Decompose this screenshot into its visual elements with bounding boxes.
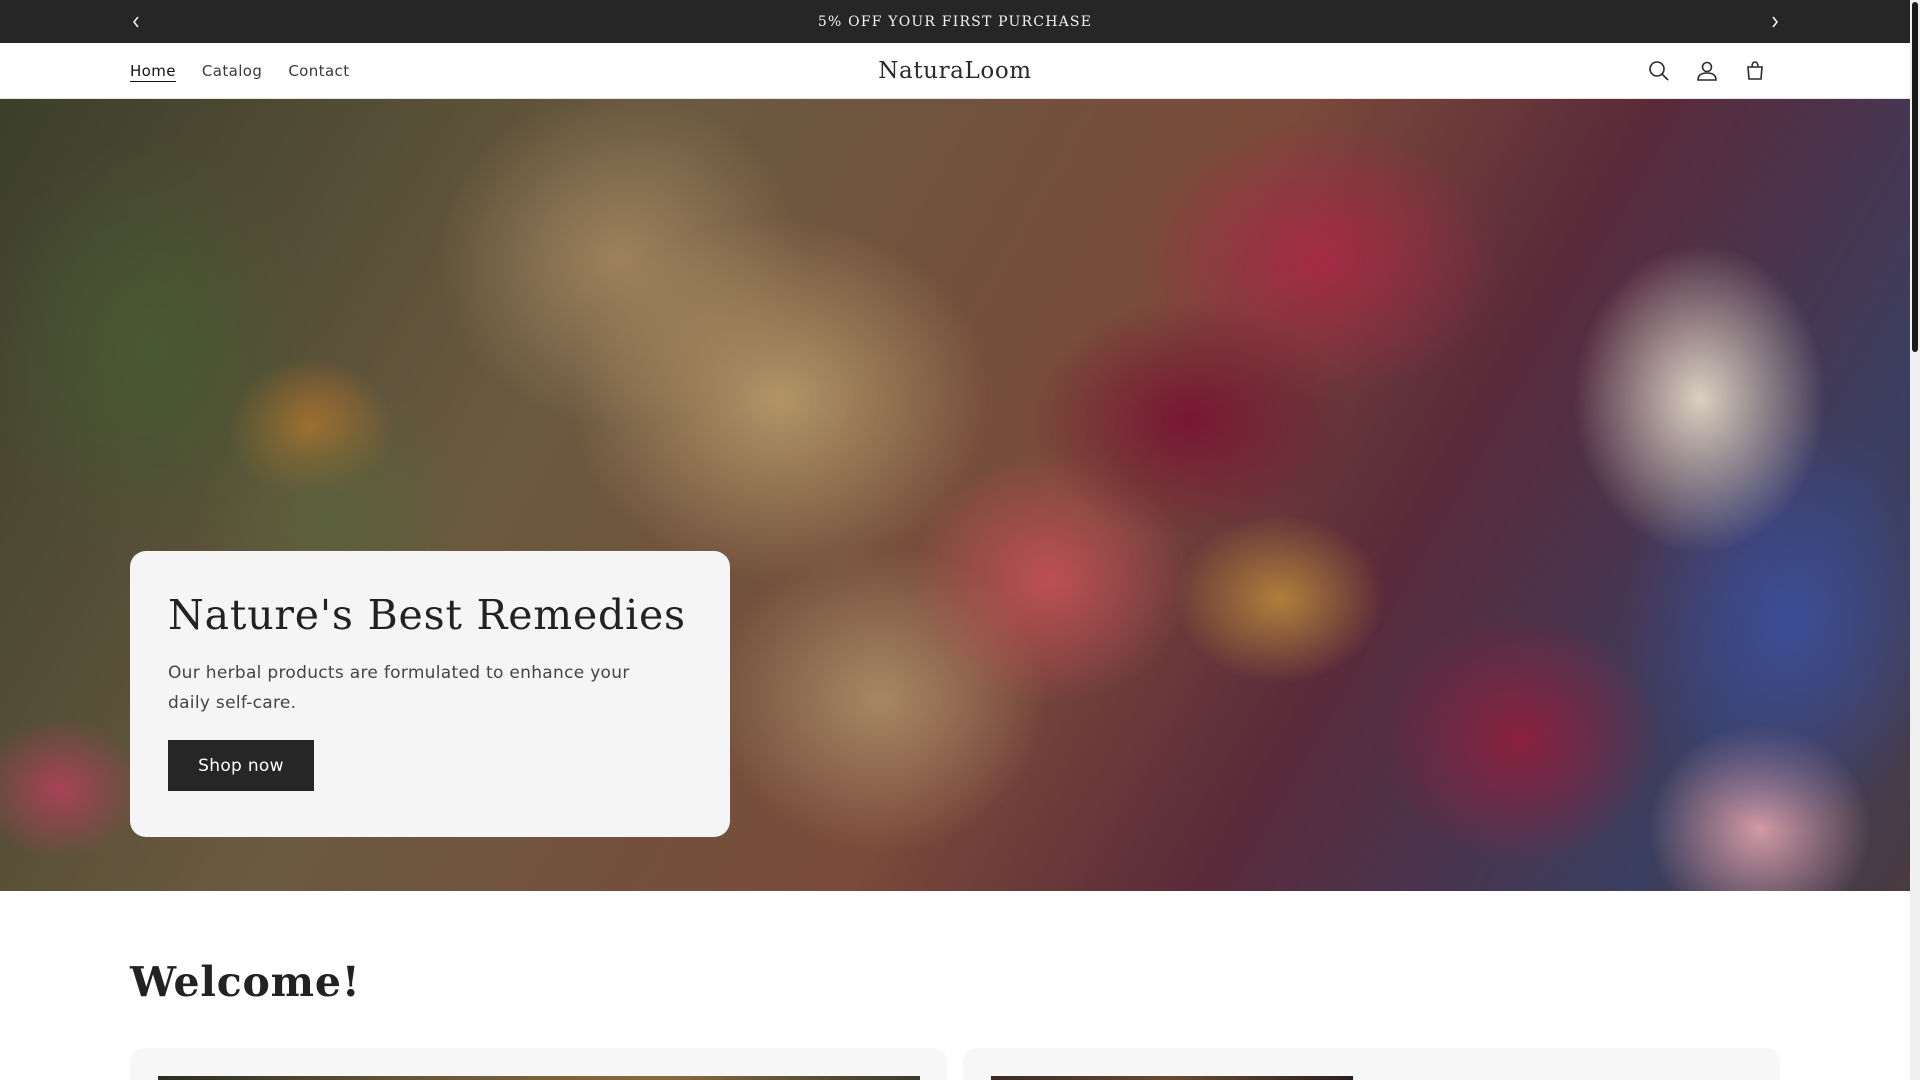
announcement-prev-button[interactable] (123, 9, 149, 35)
nav-catalog-link[interactable]: Catalog (202, 62, 262, 80)
search-icon (1649, 61, 1669, 81)
feature-card[interactable] (130, 1048, 947, 1080)
page-scrollbar[interactable] (1910, 0, 1920, 1080)
search-button[interactable] (1644, 56, 1674, 86)
site-header: Home Catalog Contact NaturaLoom (0, 43, 1910, 99)
announcement-bar: 5% OFF YOUR FIRST PURCHASE (0, 0, 1910, 43)
main-nav: Home Catalog Contact (130, 43, 375, 99)
brand-logo[interactable]: NaturaLoom (878, 58, 1031, 84)
card-image (991, 1076, 1353, 1080)
scrollbar-thumb[interactable] (1912, 2, 1918, 352)
chevron-right-icon (1772, 16, 1779, 28)
header-icons (1644, 43, 1770, 99)
welcome-heading: Welcome! (130, 958, 361, 1006)
announcement-message: 5% OFF YOUR FIRST PURCHASE (817, 13, 1093, 30)
cart-icon (1747, 61, 1763, 80)
hero-title: Nature's Best Remedies (168, 591, 686, 639)
feature-card[interactable] (963, 1048, 1780, 1080)
account-icon (1697, 61, 1717, 81)
announcement-next-button[interactable] (1762, 9, 1788, 35)
card-image (158, 1076, 920, 1080)
hero-subtitle: Our herbal products are formulated to en… (168, 663, 630, 714)
hero-banner: Nature's Best Remedies Our herbal produc… (0, 99, 1910, 891)
cart-button[interactable] (1740, 56, 1770, 86)
account-button[interactable] (1692, 56, 1722, 86)
shop-now-button[interactable]: Shop now (168, 740, 314, 792)
chevron-left-icon (132, 16, 139, 28)
hero-card: Nature's Best Remedies Our herbal produc… (130, 551, 730, 837)
nav-home-link[interactable]: Home (130, 62, 176, 80)
nav-contact-link[interactable]: Contact (288, 62, 349, 80)
